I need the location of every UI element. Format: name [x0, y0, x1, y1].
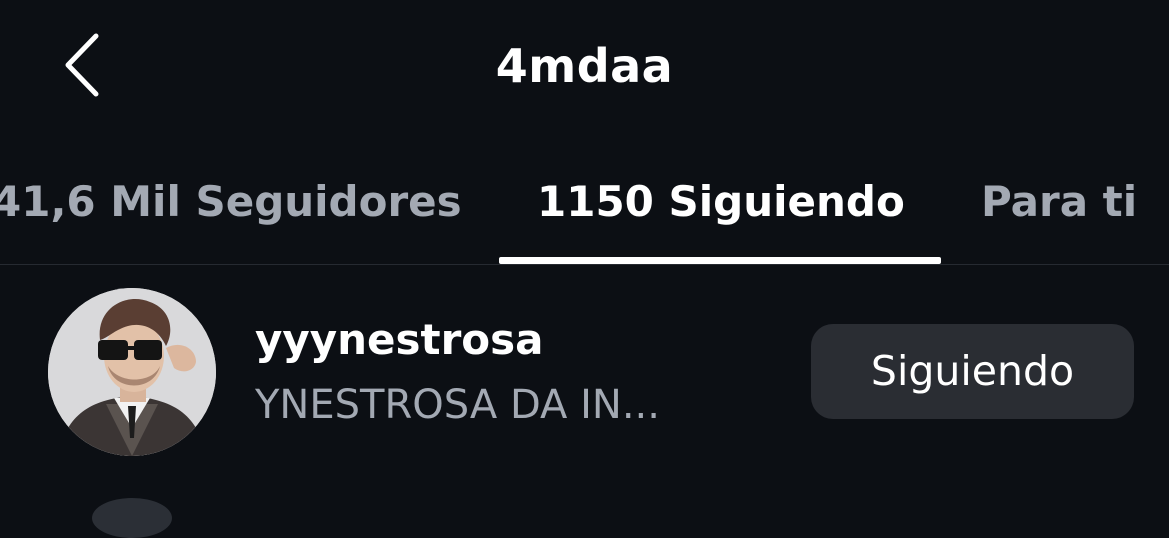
tab-followers[interactable]: 41,6 Mil Seguidores: [0, 174, 462, 230]
tab-following[interactable]: 1150 Siguiendo: [537, 174, 905, 230]
tab-bar: 41,6 Mil Seguidores 1150 Siguiendo Para …: [0, 160, 1169, 265]
page-title: 4mdaa: [495, 39, 674, 93]
username: yyynestrosa: [255, 315, 544, 364]
profile-photo: [48, 288, 216, 456]
avatar[interactable]: [48, 288, 216, 456]
user-bio: YNESTROSA DA IN...: [255, 382, 660, 428]
list-item[interactable]: yyynestrosa YNESTROSA DA IN... Siguiendo: [0, 286, 1169, 466]
tab-for-you[interactable]: Para ti: [981, 174, 1137, 230]
following-button[interactable]: Siguiendo: [811, 324, 1134, 419]
active-tab-indicator: [499, 257, 941, 264]
avatar[interactable]: [92, 498, 172, 538]
top-bar: 4mdaa: [0, 0, 1169, 130]
